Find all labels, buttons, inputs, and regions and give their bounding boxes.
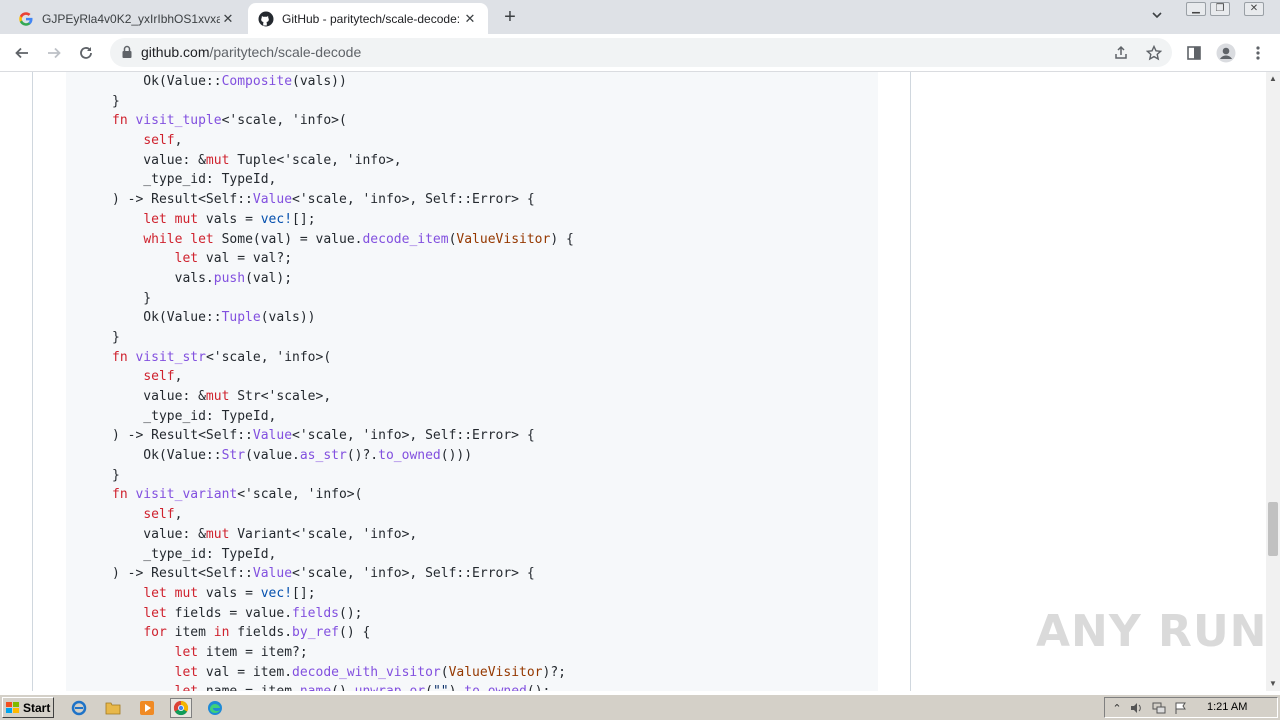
- browser-toolbar: github.com/paritytech/scale-decode: [0, 34, 1280, 72]
- tab-strip: GJPEyRla4v0K2_yxIrIbhOS1xvxa8f- ✕ GitHub…: [0, 0, 1280, 34]
- code-line: fn visit_variant<'scale, 'info>(: [112, 487, 363, 503]
- lock-icon[interactable]: [121, 45, 133, 64]
- google-icon: [18, 11, 34, 27]
- code-line: self,: [143, 369, 183, 385]
- tray-expand-icon[interactable]: ⌃: [1109, 701, 1125, 715]
- forward-icon[interactable]: [42, 41, 66, 65]
- code-line: _type_id: TypeId,: [112, 172, 277, 188]
- code-line: _type_id: TypeId,: [112, 546, 277, 562]
- page-content: Ok(Value::Composite(vals))}fn visit_tupl…: [0, 72, 1266, 691]
- bookmark-star-icon[interactable]: [1145, 44, 1163, 62]
- minimize-button[interactable]: ▁: [1186, 2, 1206, 16]
- code-line: let fields = value.fields();: [143, 605, 363, 621]
- tab-github[interactable]: GitHub - paritytech/scale-decode: De ✕: [248, 3, 488, 34]
- code-line: }: [112, 93, 120, 109]
- tab-google[interactable]: GJPEyRla4v0K2_yxIrIbhOS1xvxa8f- ✕: [8, 3, 246, 34]
- scroll-thumb[interactable]: [1268, 502, 1278, 556]
- tab-title: GJPEyRla4v0K2_yxIrIbhOS1xvxa8f-: [42, 11, 220, 26]
- clock: 1:21 AM: [1207, 701, 1248, 713]
- menu-kebab-icon[interactable]: [1246, 41, 1270, 65]
- restore-button[interactable]: ❐: [1210, 2, 1230, 16]
- close-window-button[interactable]: ✕: [1244, 2, 1264, 16]
- code-line: value: &mut Tuple<'scale, 'info>,: [112, 152, 402, 168]
- code-line: ) -> Result<Self::Value<'scale, 'info>, …: [112, 428, 535, 444]
- share-icon[interactable]: [1112, 44, 1130, 62]
- volume-icon[interactable]: [1129, 701, 1145, 715]
- taskbar: Start ⌃ 1:21 AM: [0, 694, 1280, 720]
- code-line: Ok(Value::Composite(vals)): [112, 74, 347, 89]
- code-line: }: [112, 290, 152, 306]
- media-player-icon[interactable]: [136, 698, 158, 718]
- code-line: self,: [143, 507, 183, 523]
- side-panel-icon[interactable]: [1182, 41, 1206, 65]
- code-line: let name = item.name().unwrap_or("").to_…: [112, 682, 574, 691]
- scroll-up-arrow-icon[interactable]: ▲: [1266, 72, 1280, 86]
- code-line: fn visit_str<'scale, 'info>(: [112, 349, 332, 365]
- reload-icon[interactable]: [74, 41, 98, 65]
- back-icon[interactable]: [10, 41, 34, 65]
- url-text: github.com/paritytech/scale-decode: [141, 44, 361, 60]
- code-line: self,: [143, 133, 183, 149]
- code-line: let mut vals = vec![];: [143, 211, 316, 227]
- file-explorer-icon[interactable]: [102, 698, 124, 718]
- chrome-icon[interactable]: [170, 698, 192, 718]
- tab-title: GitHub - paritytech/scale-decode: De: [282, 11, 462, 26]
- scroll-down-arrow-icon[interactable]: ▼: [1266, 677, 1280, 691]
- chevron-down-icon[interactable]: [1150, 8, 1170, 26]
- new-tab-button[interactable]: +: [498, 6, 522, 30]
- code-line: for item in fields.by_ref() {: [143, 625, 371, 641]
- left-border: [32, 72, 33, 691]
- system-tray: ⌃ 1:21 AM: [1104, 697, 1278, 718]
- code-line: let val = val?;: [174, 251, 293, 267]
- vertical-scrollbar[interactable]: ▲ ▼: [1266, 72, 1280, 691]
- sidebar-divider: [910, 72, 911, 691]
- code-line: let item = item?;: [174, 644, 308, 660]
- code-line: }: [112, 467, 120, 483]
- flag-icon[interactable]: [1173, 701, 1189, 715]
- code-line: value: &mut Str<'scale>,: [112, 389, 332, 404]
- code-line: fn visit_tuple<'scale, 'info>(: [112, 113, 347, 129]
- start-button[interactable]: Start: [2, 697, 54, 718]
- code-line: ) -> Result<Self::Value<'scale, 'info>, …: [112, 566, 535, 582]
- github-icon: [258, 11, 274, 27]
- code-line: Ok(Value::Str(value.as_str()?.to_owned()…: [112, 448, 473, 464]
- code-line: value: &mut Variant<'scale, 'info>,: [112, 526, 418, 542]
- code-line: }: [112, 329, 120, 345]
- code-line: while let Some(val) = value.decode_item(…: [143, 231, 574, 247]
- tab-close-icon[interactable]: ✕: [462, 11, 478, 27]
- code-listing: Ok(Value::Composite(vals))}fn visit_tupl…: [112, 72, 574, 691]
- edge-icon[interactable]: [204, 698, 226, 718]
- windows-logo-icon: [6, 701, 20, 714]
- watermark-logo: ANY RUN: [1036, 606, 1268, 657]
- url-path: /paritytech/scale-decode: [209, 44, 362, 60]
- code-line: Ok(Value::Tuple(vals)): [112, 310, 316, 326]
- code-line: let mut vals = vec![];: [143, 585, 316, 601]
- code-line: _type_id: TypeId,: [112, 408, 277, 424]
- code-line: let val = item.decode_with_visitor(Value…: [174, 664, 566, 680]
- code-line: ) -> Result<Self::Value<'scale, 'info>, …: [112, 192, 535, 208]
- address-bar[interactable]: github.com/paritytech/scale-decode: [110, 38, 1172, 67]
- profile-avatar-icon[interactable]: [1214, 41, 1238, 65]
- tab-close-icon[interactable]: ✕: [220, 11, 236, 27]
- code-line: vals.push(val);: [112, 270, 293, 286]
- network-icon[interactable]: [1151, 701, 1167, 715]
- start-label: Start: [23, 700, 51, 715]
- url-host: github.com: [141, 44, 210, 60]
- internet-explorer-icon[interactable]: [68, 698, 90, 718]
